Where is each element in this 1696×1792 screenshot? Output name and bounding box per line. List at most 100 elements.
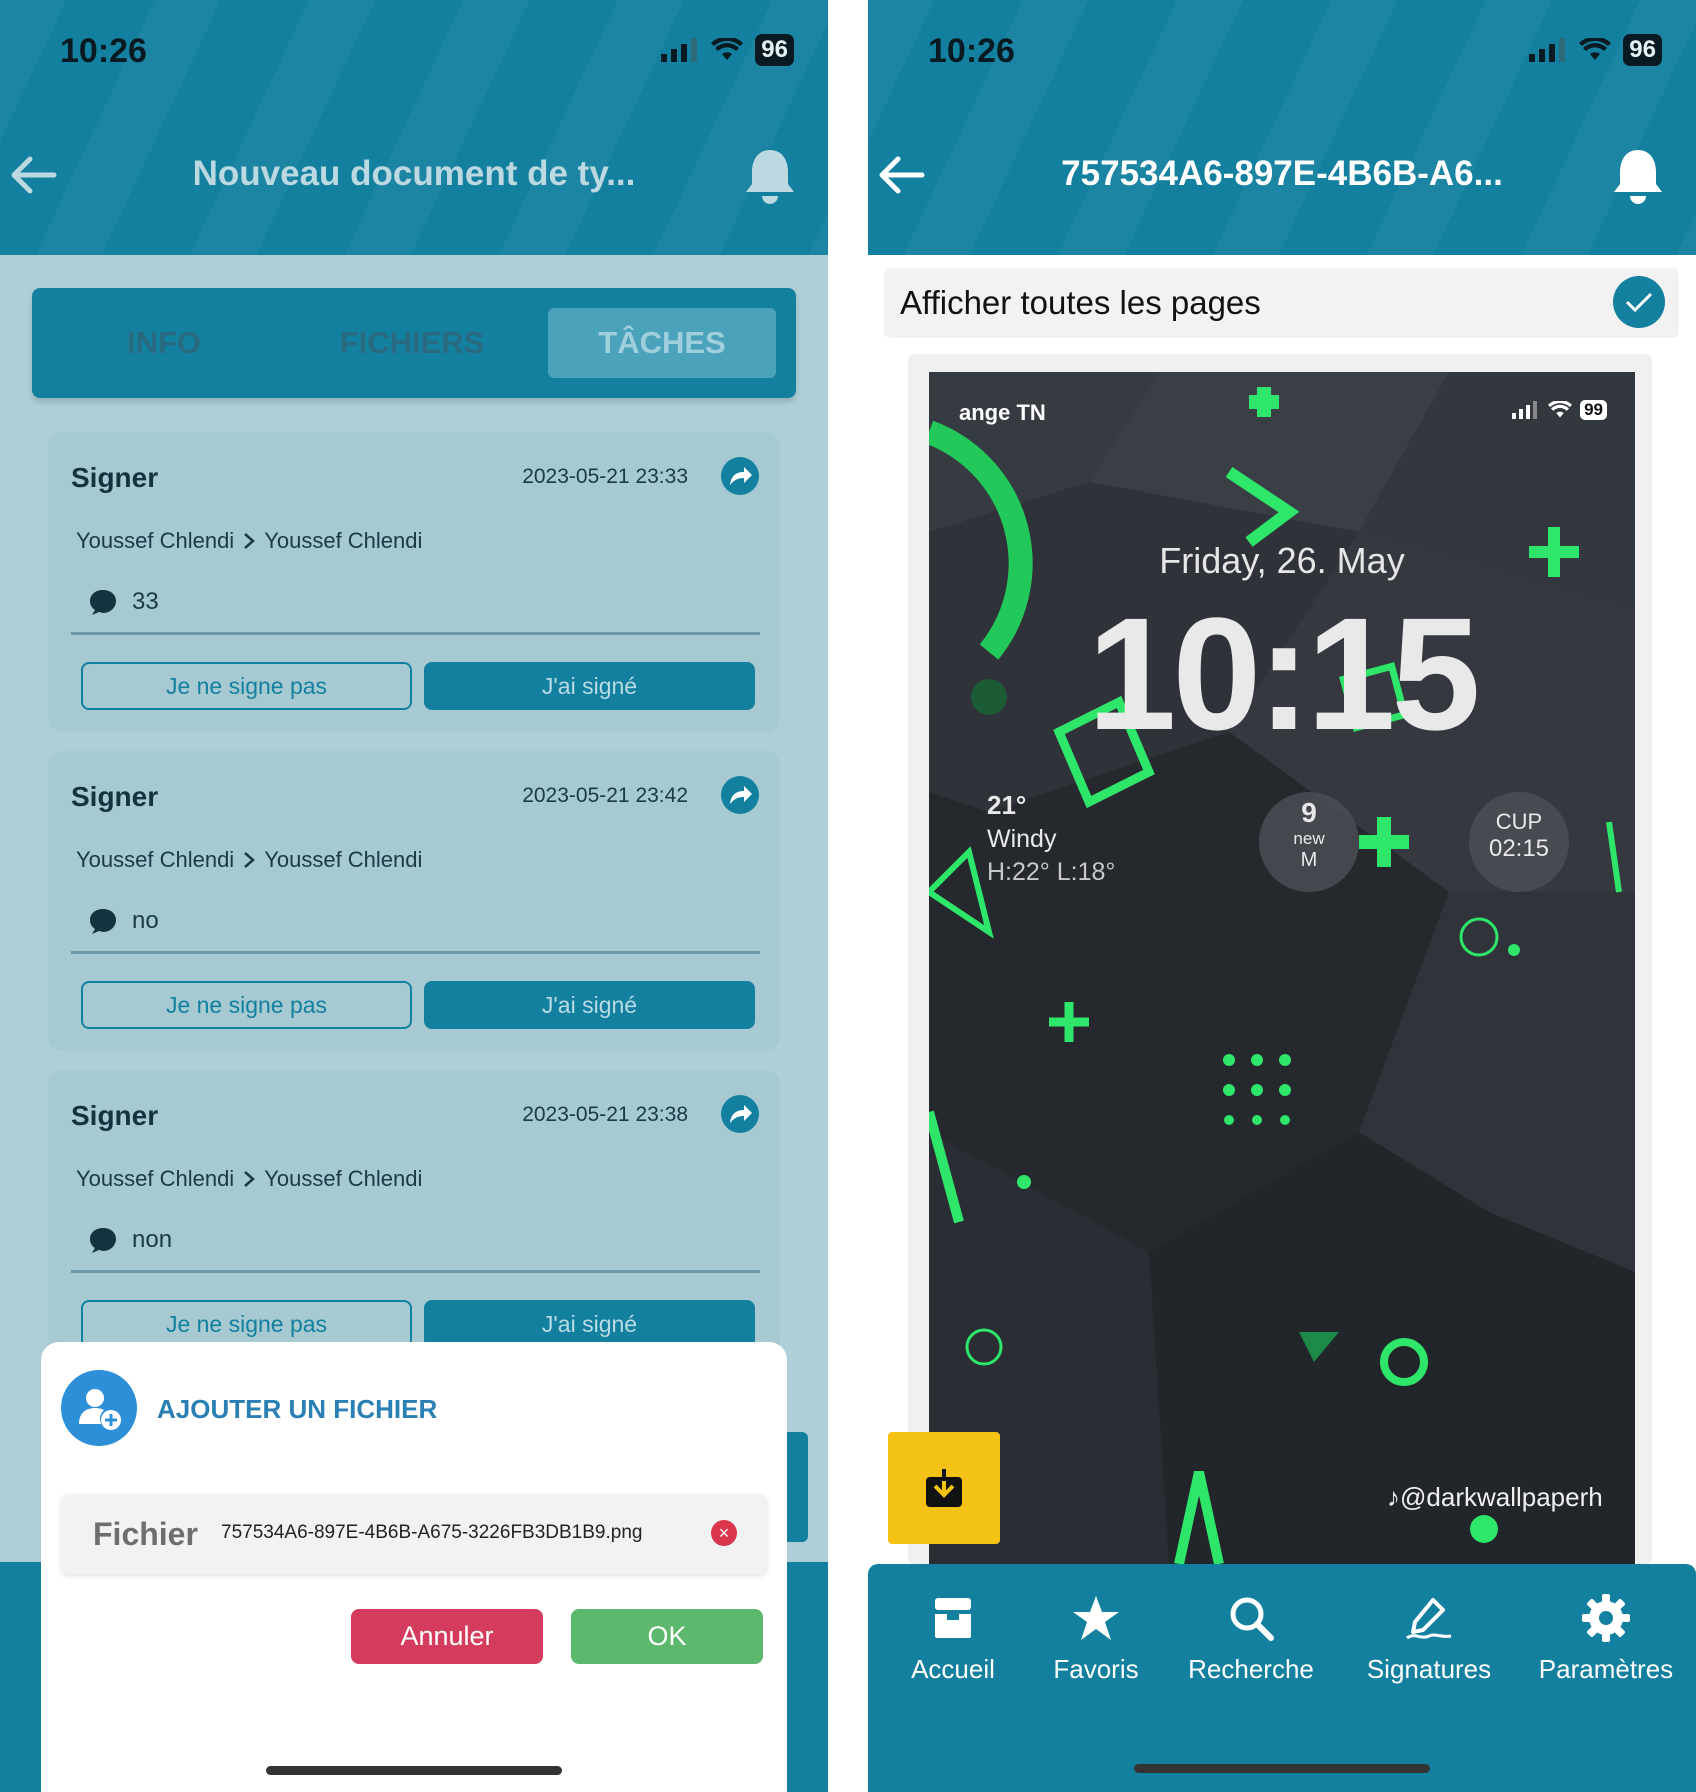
tab-favoris[interactable]: Favoris <box>1011 1594 1181 1685</box>
mail-count: 9 <box>1301 797 1317 828</box>
bell-icon[interactable] <box>1610 146 1666 208</box>
file-field[interactable]: Fichier 757534A6-897E-4B6B-A675-3226FB3D… <box>61 1494 767 1574</box>
right-phone-screen: 10:26 96 757534A6-897E-4B6B-A6... Affich… <box>868 0 1696 1792</box>
inbox-icon <box>935 1598 971 1638</box>
mail-label: new <box>1293 829 1325 848</box>
battery-indicator: 96 <box>1623 34 1662 66</box>
task-card: Signer 2023-05-21 23:38 Youssef Chlendi … <box>48 1070 780 1370</box>
signed-button[interactable]: J'ai signé <box>424 1300 755 1348</box>
search-icon <box>1230 1597 1274 1641</box>
wifi-icon <box>711 38 744 60</box>
comment-icon <box>90 590 116 615</box>
bell-icon[interactable] <box>742 146 798 208</box>
divider <box>71 632 760 635</box>
task-comment: 33 <box>88 588 159 616</box>
task-route: Youssef Chlendi Youssef Chlendi <box>76 1166 422 1192</box>
comment-icon <box>90 1228 116 1253</box>
task-title: Signer <box>71 462 159 493</box>
signal-icon <box>1529 38 1566 62</box>
preview-status-icons: 99 <box>1512 400 1607 420</box>
tab-favoris-label: Favoris <box>1053 1654 1139 1684</box>
battery-indicator: 96 <box>755 34 794 66</box>
wifi-icon <box>1579 38 1612 60</box>
bottom-tab-bar: Accueil Favoris Recherche Signatures Par… <box>868 1564 1696 1792</box>
task-date: 2023-05-21 23:38 <box>522 1103 688 1126</box>
signal-icon <box>661 38 698 62</box>
back-arrow-icon[interactable] <box>876 150 926 200</box>
weather-temp: 21° <box>987 790 1027 820</box>
tab-parametres[interactable]: Paramètres <box>1521 1594 1691 1685</box>
comment-icon <box>90 909 116 934</box>
tab-fichiers[interactable]: FICHIERS <box>298 308 526 378</box>
app-header: 10:26 96 Nouveau document de ty... <box>0 0 828 255</box>
decline-button[interactable]: Je ne signe pas <box>81 981 412 1029</box>
status-time: 10:26 <box>928 32 1015 70</box>
decline-button[interactable]: Je ne signe pas <box>81 662 412 710</box>
status-time: 10:26 <box>60 32 147 70</box>
cup-time: 02:15 <box>1488 835 1550 862</box>
check-icon[interactable] <box>1613 276 1665 328</box>
gear-icon <box>1582 1594 1630 1642</box>
page-title: 757534A6-897E-4B6B-A6... <box>1061 154 1503 193</box>
task-from: Youssef Chlendi <box>76 1166 235 1191</box>
preview-cup-widget: CUP 02:15 <box>1469 809 1569 863</box>
decline-button[interactable]: Je ne signe pas <box>81 1300 412 1348</box>
task-route: Youssef Chlendi Youssef Chlendi <box>76 528 422 554</box>
modal-title: AJOUTER UN FICHIER <box>157 1394 438 1424</box>
tab-signatures-label: Signatures <box>1366 1654 1492 1684</box>
tab-recherche-label: Recherche <box>1188 1654 1314 1684</box>
page-title: Nouveau document de ty... <box>192 154 636 193</box>
task-to: Youssef Chlendi <box>264 1166 423 1191</box>
chevron-right-icon <box>244 852 256 868</box>
task-from: Youssef Chlendi <box>76 847 235 872</box>
back-arrow-icon[interactable] <box>8 150 58 200</box>
task-title: Signer <box>71 1100 159 1131</box>
task-card: Signer 2023-05-21 23:42 Youssef Chlendi … <box>48 751 780 1051</box>
status-icons: 96 <box>1529 34 1662 66</box>
download-button[interactable] <box>888 1432 1000 1544</box>
preview-clock: 10:15 <box>1087 584 1480 763</box>
preview-battery: 99 <box>1580 400 1607 420</box>
weather-range: H:22° L:18° <box>987 858 1116 886</box>
tiktok-icon: ♪ <box>1387 1482 1400 1512</box>
task-comment-text: non <box>132 1226 173 1253</box>
chevron-right-icon <box>244 533 256 549</box>
tab-info[interactable]: INFO <box>50 308 278 378</box>
forward-icon[interactable] <box>720 456 760 496</box>
signature-pen-icon <box>1406 1598 1452 1640</box>
task-from: Youssef Chlendi <box>76 528 235 553</box>
signal-icon <box>1512 401 1538 419</box>
forward-icon[interactable] <box>720 775 760 815</box>
divider <box>71 951 760 954</box>
show-all-pages-label: Afficher toutes les pages <box>900 284 1261 321</box>
forward-icon[interactable] <box>720 1094 760 1134</box>
cancel-button[interactable]: Annuler <box>351 1609 543 1664</box>
task-comment: non <box>88 1226 172 1254</box>
divider <box>71 1270 760 1273</box>
file-name: 757534A6-897E-4B6B-A675-3226FB3DB1B9.png <box>221 1522 643 1543</box>
tab-taches[interactable]: TÂCHES <box>548 308 776 378</box>
app-header: 10:26 96 757534A6-897E-4B6B-A6... <box>868 0 1696 255</box>
file-label: Fichier <box>93 1516 198 1552</box>
show-all-pages-toggle[interactable]: Afficher toutes les pages <box>884 268 1679 338</box>
preview-carrier: ange TN <box>959 400 1046 425</box>
tab-bar: INFO FICHIERS TÂCHES <box>32 288 796 398</box>
tab-accueil-label: Accueil <box>911 1654 995 1684</box>
cup-label: CUP <box>1495 809 1543 834</box>
tab-recherche[interactable]: Recherche <box>1166 1594 1336 1685</box>
task-to: Youssef Chlendi <box>264 847 423 872</box>
ok-button[interactable]: OK <box>571 1609 763 1664</box>
download-icon <box>926 1469 962 1507</box>
dimmed-fab <box>786 1432 808 1542</box>
signed-button[interactable]: J'ai signé <box>424 981 755 1029</box>
task-card: Signer 2023-05-21 23:33 Youssef Chlendi … <box>48 432 780 732</box>
remove-file-icon[interactable]: × <box>711 1520 737 1546</box>
preview-weather-widget: 21° Windy H:22° L:18° <box>987 790 1115 887</box>
preview-date: Friday, 26. May <box>1159 540 1405 581</box>
tab-signatures[interactable]: Signatures <box>1344 1594 1514 1685</box>
add-user-icon <box>61 1370 137 1446</box>
gmail-icon: M <box>1300 849 1318 871</box>
signed-button[interactable]: J'ai signé <box>424 662 755 710</box>
task-date: 2023-05-21 23:33 <box>522 465 688 488</box>
home-indicator <box>266 1766 562 1775</box>
